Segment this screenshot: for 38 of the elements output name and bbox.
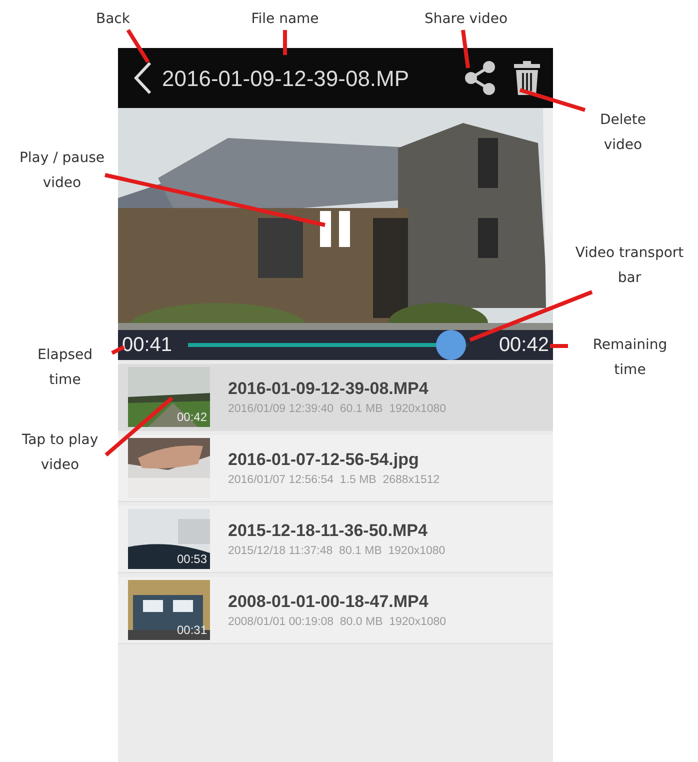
file-details: 2016/01/09 12:39:40 60.1 MB 1920x1080 — [228, 402, 446, 418]
back-button[interactable] — [132, 61, 154, 95]
file-details: 2015/12/18 11:37:48 80.1 MB 1920x1080 — [228, 544, 446, 560]
callout-label: Back — [95, 10, 131, 29]
file-name: 2008-01-01-00-18-47.MP4 — [228, 590, 430, 613]
remaining-time: 00:42 — [498, 333, 549, 358]
leader-line — [283, 30, 287, 55]
leader-line — [550, 344, 568, 348]
file-row[interactable]: 00:42 2016-01-09-12-39-08.MP4 2016/01/09 12:39:40 60.1 MB 1920x1080 — [118, 364, 553, 431]
file-name: 2016-01-09-12-39-08.MP4 — [228, 378, 430, 400]
leader-line — [461, 30, 470, 68]
file-name: 2016-01-07-12-56-54.jpg — [228, 448, 420, 471]
callout-label: Delete video — [599, 111, 647, 155]
callout-label: Elapsed time — [36, 346, 94, 390]
delete-button[interactable] — [513, 60, 541, 96]
file-name: 2016-01-09-12-39-08.MP — [162, 64, 410, 92]
leader-line — [126, 28, 150, 64]
callout-label: File name — [250, 10, 320, 29]
leader-line — [519, 88, 586, 112]
file-details: 2008/01/01 00:19:08 80.0 MB 1920x1080 — [228, 615, 446, 630]
file-row[interactable]: 00:53 2015-12-18-11-36-50.MP4 2015/12/18 11:37:48 80.1 MB 1920x1080 — [118, 506, 553, 573]
callout-label: Share video — [423, 10, 509, 29]
file-name: 2015-12-18-11-36-50.MP4 — [228, 520, 428, 542]
pause-button[interactable] — [318, 211, 352, 247]
file-row[interactable]: 00:31 2008-01-01-00-18-47.MP4 2008/01/01 00:19:08 80.0 MB 1920x1080 — [118, 577, 553, 644]
share-button[interactable] — [463, 60, 497, 96]
video-duration: 00:31 — [176, 622, 207, 639]
callout-label: Remaining time — [592, 336, 668, 380]
elapsed-time: 00:41 — [122, 333, 172, 358]
callout-label: Video transport bar — [574, 244, 685, 288]
video-duration: 00:42 — [176, 409, 207, 426]
file-details: 2016/01/07 12:56:54 1.5 MB 2688x1512 — [228, 473, 440, 488]
leader-line — [104, 396, 174, 457]
callout-label: Tap to play video — [20, 431, 100, 475]
callout-label: Play / pause video — [18, 149, 106, 193]
file-row[interactable]: 2016-01-07-12-56-54.jpg 2016/01/07 12:56:54 1.5 MB 2688x1512 — [118, 435, 553, 502]
seek-thumb[interactable] — [436, 330, 466, 360]
video-duration: 00:53 — [176, 551, 207, 568]
